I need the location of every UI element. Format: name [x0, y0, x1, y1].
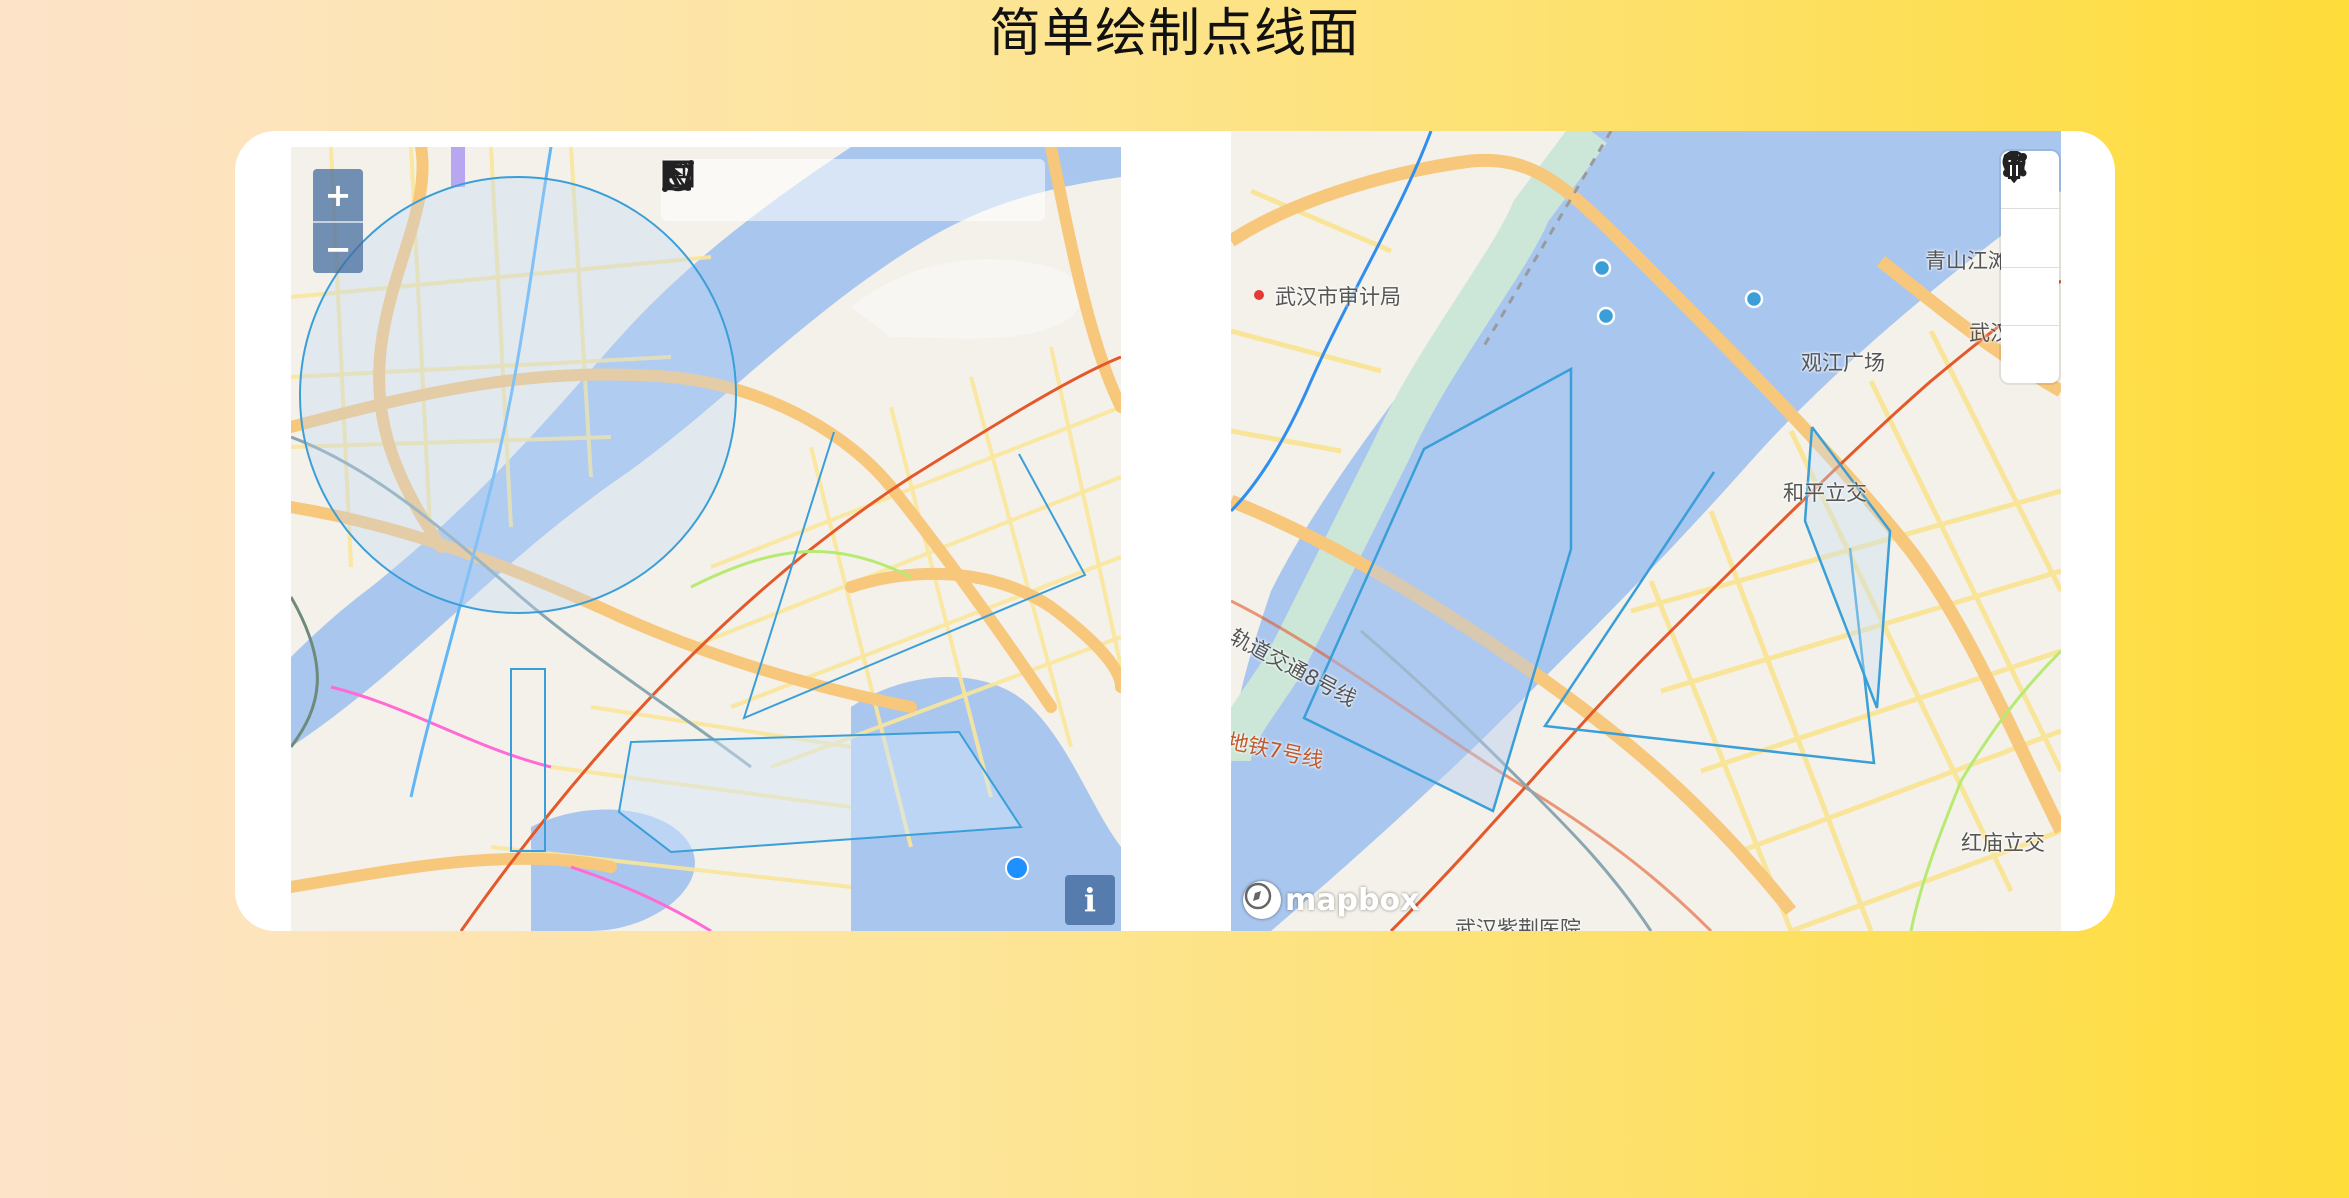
- map-pin-icon[interactable]: [2001, 151, 2059, 325]
- zoom-control: + −: [313, 169, 363, 273]
- eraser-tool-icon[interactable]: [665, 161, 1034, 212]
- map-label-guanjiang-square: 观江广场: [1801, 351, 1885, 375]
- zoom-in-button[interactable]: +: [313, 169, 363, 221]
- map-label-audit-bureau: 武汉市审计局: [1275, 285, 1401, 309]
- info-button[interactable]: i: [1065, 875, 1115, 925]
- polygon-tool-icon[interactable]: [663, 161, 875, 212]
- draw-toolbar: [661, 159, 1045, 221]
- map-label-heping-interchange: 和平立交: [1783, 481, 1867, 505]
- mapbox-wordmark: mapbox: [1285, 882, 1420, 918]
- draw-control-group: [2001, 151, 2059, 383]
- drawn-point-marker: [1005, 856, 1029, 880]
- line-tool-icon[interactable]: [662, 160, 822, 212]
- circle-tool-icon[interactable]: [662, 160, 928, 212]
- mapbox-logo-icon: [1243, 881, 1281, 919]
- left-map[interactable]: + − i: [291, 147, 1121, 931]
- maps-card: + − i 武汉市审计局 观江广场 青山江滩 武汉 和平立交 轨道交通8号线 地…: [235, 131, 2115, 931]
- polygon-icon[interactable]: [2001, 153, 2059, 266]
- left-map-canvas[interactable]: [291, 147, 1121, 931]
- rectangle-tool-icon[interactable]: [662, 160, 981, 212]
- trash-icon[interactable]: [2001, 152, 2059, 383]
- page-title: 简单绘制点线面: [988, 4, 1360, 64]
- point-tool-icon[interactable]: [667, 165, 769, 212]
- mapbox-attribution[interactable]: mapbox: [1243, 881, 1419, 919]
- map-label-hongmiao-interchange: 红庙立交: [1961, 831, 2045, 855]
- map-label-hospital: 武汉紫荆医院: [1455, 917, 1581, 931]
- zoom-out-button[interactable]: −: [313, 221, 363, 273]
- map-label-qingshan-jiangtan: 青山江滩: [1925, 249, 2009, 273]
- right-map[interactable]: 武汉市审计局 观江广场 青山江滩 武汉 和平立交 轨道交通8号线 地铁7号线 红…: [1231, 131, 2061, 931]
